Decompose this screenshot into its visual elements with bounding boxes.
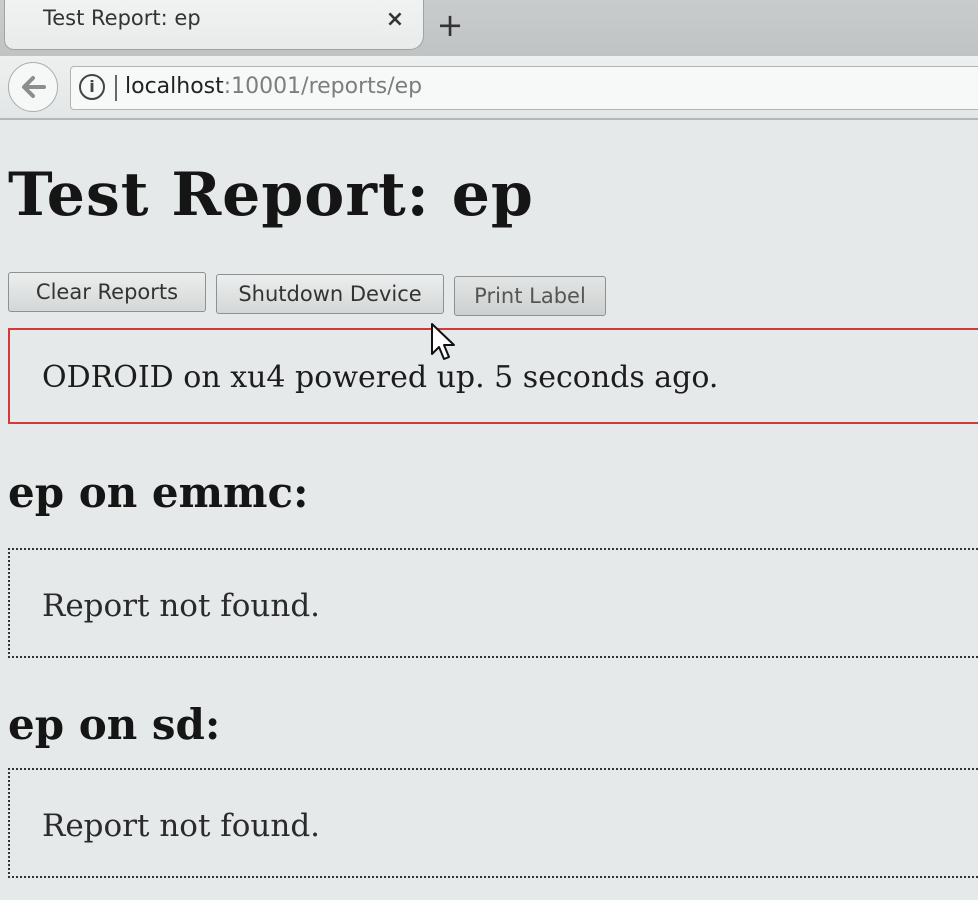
status-message: ODROID on xu4 powered up. 5 seconds ago. (42, 360, 719, 395)
page-title: Test Report: ep (8, 160, 534, 230)
section-heading-sd: ep on sd: (8, 700, 221, 749)
address-bar[interactable]: i localhost:10001/reports/ep (70, 66, 978, 110)
section-heading-emmc: ep on emmc: (8, 468, 309, 517)
close-icon[interactable]: × (381, 6, 409, 34)
browser-tab[interactable]: Test Report: ep × (4, 0, 424, 50)
shutdown-device-button[interactable]: Shutdown Device (216, 274, 444, 314)
page-content: Test Report: ep Clear Reports Shutdown D… (0, 120, 978, 900)
info-icon[interactable]: i (79, 74, 105, 100)
url-separator (115, 75, 117, 101)
tab-title: Test Report: ep (43, 6, 201, 30)
report-text-emmc: Report not found. (42, 588, 321, 624)
url-path: :10001/reports/ep (223, 74, 423, 99)
back-button[interactable] (8, 62, 58, 112)
url-text[interactable]: localhost:10001/reports/ep (125, 74, 422, 99)
browser-toolbar: i localhost:10001/reports/ep (0, 56, 978, 120)
clear-reports-button[interactable]: Clear Reports (8, 272, 206, 312)
tab-strip: Test Report: ep × + (0, 0, 978, 56)
back-arrow-icon (22, 76, 46, 98)
url-host: localhost (125, 74, 224, 99)
report-box-sd: Report not found. (8, 768, 978, 878)
report-text-sd: Report not found. (42, 808, 321, 844)
status-message-box: ODROID on xu4 powered up. 5 seconds ago. (8, 328, 978, 424)
mouse-cursor-icon (431, 323, 455, 360)
print-label-button[interactable]: Print Label (454, 276, 606, 316)
report-box-emmc: Report not found. (8, 548, 978, 658)
plus-icon[interactable]: + (432, 8, 468, 44)
